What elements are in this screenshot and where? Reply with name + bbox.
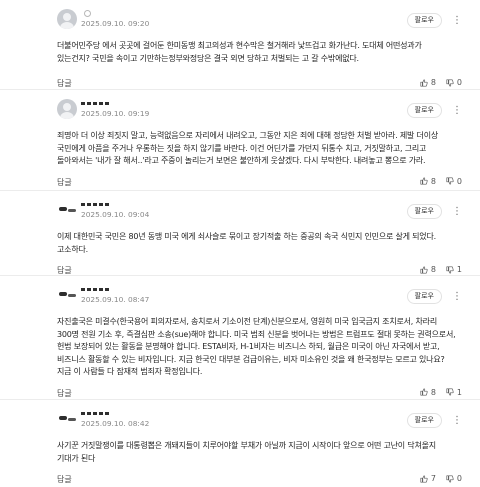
dislike-button[interactable]: 1 [446,388,462,397]
thumbs-down-icon [446,388,454,396]
like-count: 8 [430,176,436,186]
dislike-button[interactable]: 0 [446,474,462,483]
dislike-count: 0 [456,474,462,483]
dislike-count: 0 [456,78,462,87]
thumbs-up-icon [420,474,428,483]
like-button[interactable]: 8 [420,177,436,186]
nickname-redacted [81,203,109,206]
vote-group: 7 0 [420,474,462,483]
vote-group: 8 0 [420,177,462,186]
comment-footer: 답글 7 0 [57,467,462,487]
reply-button[interactable]: 답글 [57,474,72,485]
thumbs-down-icon [446,474,454,483]
thumbs-up-icon [420,177,428,185]
thumbs-up-icon [420,265,428,274]
comment-text: 사기꾼 거짓말쟁이를 대통령뽑은 개돼지들이 치루어야할 부채가 아닐까 지금이… [57,441,436,463]
comment-header: 2025.09.10. 08:42 팔로우 ⋮ [57,410,462,436]
comment-item: 2025.09.10. 08:47 팔로우 ⋮ 자진출국은 미결수(한국용어 피… [0,276,480,400]
nickname-redacted [81,288,109,291]
nickname[interactable] [81,201,462,209]
vote-group: 8 0 [420,78,462,87]
like-count: 8 [430,265,436,274]
reply-button[interactable]: 답글 [57,388,72,399]
more-options-icon[interactable]: ⋮ [452,13,462,28]
comment-header: 2025.09.10. 09:20 팔로우 ⋮ [57,10,462,36]
dislike-button[interactable]: 0 [446,78,462,87]
reply-button[interactable]: 답글 [57,177,72,188]
comment-date: 2025.09.10. 08:47 [81,295,150,304]
comment-text: 죄명아 더 이상 죄짓지 말고, 능력없음으로 자리에서 내려오고, 그동안 지… [57,131,439,165]
more-options-icon[interactable]: ⋮ [452,204,462,219]
thumbs-up-icon [420,78,428,87]
more-options-icon[interactable]: ⋮ [452,103,462,118]
comment-text: 이제 대한민국 국민은 80년 동맹 미국 에게 쇠사슬로 묶이고 장기적출 하… [57,232,436,254]
comment-item: 2025.09.10. 09:04 팔로우 ⋮ 이제 대한민국 국민은 80년 … [0,191,480,276]
like-count: 8 [430,387,436,397]
comment-header: 2025.09.10. 08:47 팔로우 ⋮ [57,286,462,312]
nickname-redacted [81,412,109,415]
dislike-count: 1 [456,265,462,274]
more-options-icon[interactable]: ⋮ [452,413,462,428]
comment-text: 자진출국은 미결수(한국용어 피의자로서, 송치로서 기소이전 단계)신분으로서… [57,317,456,376]
comment-date: 2025.09.10. 09:20 [81,19,150,28]
follow-button[interactable]: 팔로우 [406,204,442,219]
comment-header: 2025.09.10. 09:04 팔로우 ⋮ [57,201,462,227]
follow-button[interactable]: 팔로우 [406,103,442,118]
nickname[interactable] [81,410,462,418]
comment-header: 2025.09.10. 09:19 팔로우 ⋮ [57,100,462,126]
comment-date: 2025.09.10. 08:42 [81,419,150,428]
comment-list: 2025.09.10. 09:20 팔로우 ⋮ 더불어민주당 에서 곳곳에 걸어… [0,0,480,487]
nickname[interactable] [81,10,462,18]
like-button[interactable]: 7 [420,474,436,483]
vote-group: 8 1 [420,265,462,274]
badge-icon [84,10,91,17]
thumbs-up-icon [420,388,428,396]
dislike-button[interactable]: 1 [446,265,462,274]
thumbs-down-icon [446,177,454,185]
nickname[interactable] [81,100,462,108]
thumbs-down-icon [446,78,454,87]
follow-button[interactable]: 팔로우 [406,289,442,304]
vote-group: 8 1 [420,388,462,397]
comment-item: 2025.09.10. 09:19 팔로우 ⋮ 죄명아 더 이상 죄짓지 말고,… [0,90,480,191]
like-button[interactable]: 8 [420,388,436,397]
nickname[interactable] [81,286,462,294]
follow-button[interactable]: 팔로우 [406,413,442,428]
dislike-count: 1 [456,387,462,397]
dislike-count: 0 [456,176,462,186]
comment-item: 2025.09.10. 08:42 팔로우 ⋮ 사기꾼 거짓말쟁이를 대통령뽑은… [0,400,480,487]
more-options-icon[interactable]: ⋮ [452,289,462,304]
comment-date: 2025.09.10. 09:19 [81,109,150,118]
reply-button[interactable]: 답글 [57,78,72,89]
follow-button[interactable]: 팔로우 [406,13,442,28]
dislike-button[interactable]: 0 [446,177,462,186]
comment-date: 2025.09.10. 09:04 [81,210,150,219]
like-count: 7 [430,474,436,483]
like-count: 8 [430,78,436,87]
comment-item: 2025.09.10. 09:20 팔로우 ⋮ 더불어민주당 에서 곳곳에 걸어… [0,0,480,90]
comment-text: 더불어민주당 에서 곳곳에 걸어둔 한미동맹 최고의성과 현수막은 철거해라 낯… [57,41,422,63]
like-button[interactable]: 8 [420,78,436,87]
nickname-redacted [81,102,109,105]
like-button[interactable]: 8 [420,265,436,274]
reply-button[interactable]: 답글 [57,265,72,276]
thumbs-down-icon [446,265,454,274]
